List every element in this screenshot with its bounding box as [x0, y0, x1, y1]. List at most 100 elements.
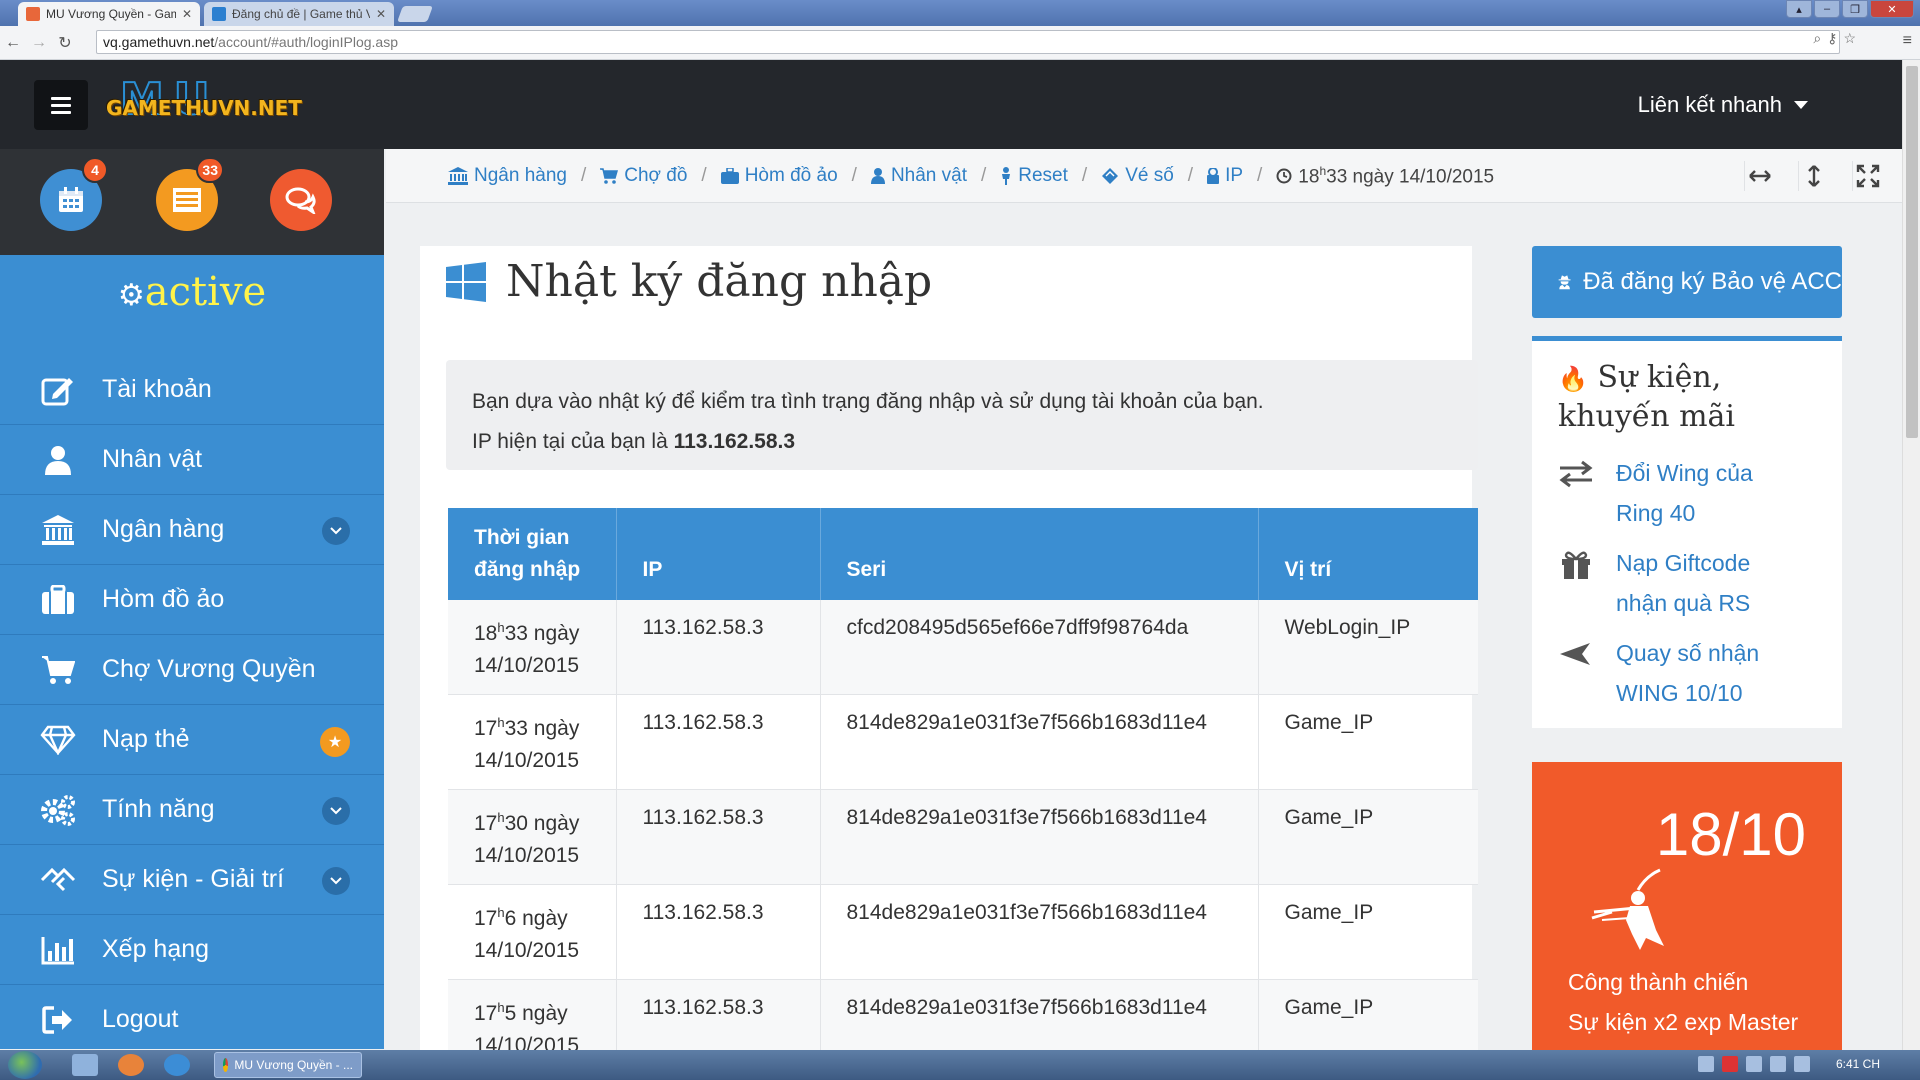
chevron-down-icon[interactable] — [322, 867, 350, 895]
tray-icon[interactable] — [1697, 1056, 1714, 1072]
lock-icon — [1207, 168, 1220, 185]
cell-location: Game_IP — [1258, 694, 1478, 790]
cell-seri: 814de829a1e031f3e7f566b1683d11e4 — [820, 789, 1259, 885]
key-icon[interactable]: ⚷ — [1827, 30, 1837, 47]
browser-tab-inactive[interactable]: Đăng chủ đề | Game thủ V ✕ — [204, 2, 394, 26]
edit-icon — [38, 372, 78, 408]
window-controls: ▴ – ❐ ✕ — [1786, 0, 1914, 18]
exchange-icon — [1559, 460, 1593, 488]
forum-favicon-icon — [212, 7, 226, 21]
event-item[interactable]: Đổi Wing của Ring 40 — [1558, 453, 1806, 533]
tab-close-icon[interactable]: ✕ — [182, 7, 192, 21]
crumb-reset[interactable]: Reset — [1000, 165, 1068, 187]
breadcrumb-bar: Ngân hàng / Chợ đồ / Hòm đồ ảo / Nhân vậ… — [386, 149, 1902, 203]
sidebar-item-features[interactable]: Tính năng — [0, 775, 384, 845]
cart-icon — [600, 168, 619, 184]
sidebar-item-character[interactable]: Nhân vật — [0, 425, 384, 495]
warrior-icon — [1591, 868, 1664, 950]
table-row: 18h33 ngày 14/10/2015 113.162.58.3 cfcd20… — [448, 600, 1478, 695]
sidebar-item-events[interactable]: Sự kiện - Giải trí — [0, 845, 384, 915]
sidebar-item-market[interactable]: Chợ Vương Quyền — [0, 635, 384, 705]
browser-menu-icon[interactable]: ≡ — [1903, 32, 1912, 50]
expand-vertical-icon[interactable] — [1798, 161, 1828, 191]
sidebar-item-account[interactable]: Tài khoản — [0, 355, 384, 425]
sidebar-item-label: Logout — [102, 1005, 179, 1033]
user-icon[interactable]: ▴ — [1786, 0, 1812, 18]
crumb-separator: / — [1187, 165, 1194, 187]
chevron-down-icon[interactable] — [322, 517, 350, 545]
url-input[interactable]: vq.gamethuvn.net/account/#auth/loginIPlo… — [96, 30, 1840, 54]
event-item[interactable]: Quay số nhận WING 10/10 — [1558, 633, 1806, 713]
tab-label: Đăng chủ đề | Game thủ V — [232, 7, 370, 21]
event-link[interactable]: Đổi Wing của Ring 40 — [1616, 453, 1806, 533]
chat-shortcut[interactable] — [270, 169, 332, 231]
internet-explorer-icon[interactable] — [164, 1054, 190, 1076]
quick-links-dropdown[interactable]: Liên kết nhanh — [1638, 92, 1808, 118]
taskbar-app-icon[interactable] — [72, 1054, 98, 1076]
crumb-character[interactable]: Nhân vật — [870, 165, 967, 187]
taskbar-chrome-window[interactable]: MU Vương Quyền - ... — [214, 1052, 362, 1078]
volume-icon[interactable] — [1769, 1056, 1786, 1072]
event-link[interactable]: Nạp Giftcode nhận quà RS — [1616, 543, 1806, 623]
sidebar-item-topup[interactable]: Nạp thẻ ★ — [0, 705, 384, 775]
tab-close-icon[interactable]: ✕ — [376, 7, 386, 21]
new-tab-button[interactable] — [397, 6, 433, 22]
tray-icon[interactable] — [1721, 1056, 1738, 1072]
event-item[interactable]: Nạp Giftcode nhận quà RS — [1558, 543, 1806, 623]
calendar-shortcut[interactable]: 4 — [40, 157, 108, 231]
clock: 6:41 CH — [1835, 1057, 1880, 1071]
reset-figure-icon — [1002, 167, 1011, 186]
crumb-lottery[interactable]: Vé số — [1101, 165, 1174, 187]
tray-icon[interactable] — [1745, 1056, 1762, 1072]
user-icon — [38, 442, 78, 478]
browser-tab-active[interactable]: MU Vương Quyền - Game ✕ — [18, 2, 200, 26]
zoom-icon[interactable]: ⌕ — [1813, 30, 1821, 47]
crumb-market[interactable]: Chợ đồ — [600, 165, 687, 187]
start-button[interactable] — [8, 1051, 42, 1079]
event-icon — [38, 862, 78, 898]
crumb-ip[interactable]: IP — [1207, 165, 1243, 187]
promo-banner[interactable]: 18/10 Công thành chiến Sự kiện x2 exp Ma… — [1532, 762, 1842, 1080]
login-log-table: Thời gian đăng nhập IP Seri Vị trí 18h33… — [448, 508, 1478, 1075]
sidebar-item-virtual-chest[interactable]: Hòm đồ ảo — [0, 565, 384, 635]
list-shortcut[interactable]: 33 — [156, 157, 224, 231]
sidebar-item-ranking[interactable]: Xếp hạng — [0, 915, 384, 985]
ticket-icon — [1102, 168, 1119, 185]
table-header-row: Thời gian đăng nhập IP Seri Vị trí — [448, 508, 1478, 600]
event-link[interactable]: Quay số nhận WING 10/10 — [1616, 633, 1806, 713]
time-hour: 18 — [1298, 166, 1320, 188]
crumb-time: 18h33 ngày 14/10/2015 — [1276, 164, 1494, 188]
chevron-down-icon[interactable] — [322, 797, 350, 825]
current-ip-prefix: IP hiện tại của bạn là — [472, 430, 674, 453]
fullscreen-icon[interactable] — [1852, 161, 1882, 191]
scrollbar-thumb[interactable] — [1906, 66, 1918, 438]
site-favicon-icon — [26, 7, 40, 21]
crumb-bank[interactable]: Ngân hàng — [448, 165, 567, 187]
url-path: /account/#auth/loginIPlog.asp — [214, 34, 398, 50]
forward-icon[interactable]: → — [26, 30, 52, 56]
list-icon — [173, 188, 201, 212]
bookmark-star-icon[interactable]: ☆ — [1843, 30, 1856, 47]
crumb-virtual-chest[interactable]: Hòm đồ ảo — [720, 165, 838, 187]
firefox-icon[interactable] — [118, 1054, 144, 1076]
sidebar-item-bank[interactable]: Ngân hàng — [0, 495, 384, 565]
close-window-button[interactable]: ✕ — [1870, 0, 1914, 18]
restore-button[interactable]: ❐ — [1842, 0, 1868, 18]
windows-icon — [446, 261, 486, 302]
expand-horizontal-icon[interactable] — [1744, 161, 1774, 191]
back-icon[interactable]: ← — [0, 30, 26, 56]
site-logo[interactable]: MU GAMETHUVN.NET — [104, 77, 314, 132]
tab-label: MU Vương Quyền - Game — [46, 7, 176, 21]
reload-icon[interactable]: ↻ — [52, 30, 78, 56]
account-protection-banner[interactable]: Đã đăng ký Bảo vệ ACC — [1532, 246, 1842, 318]
list-badge: 33 — [196, 157, 224, 183]
briefcase-icon — [38, 582, 78, 618]
crumb-label: Reset — [1018, 165, 1068, 187]
network-icon[interactable] — [1793, 1056, 1810, 1072]
page-scrollbar[interactable] — [1902, 60, 1920, 1050]
minimize-button[interactable]: – — [1814, 0, 1840, 18]
gear-icon: ⚙ — [117, 278, 145, 313]
sidebar-item-label: Sự kiện - Giải trí — [102, 865, 285, 893]
sidebar-item-logout[interactable]: Logout — [0, 985, 384, 1055]
hamburger-menu-button[interactable] — [34, 80, 88, 130]
